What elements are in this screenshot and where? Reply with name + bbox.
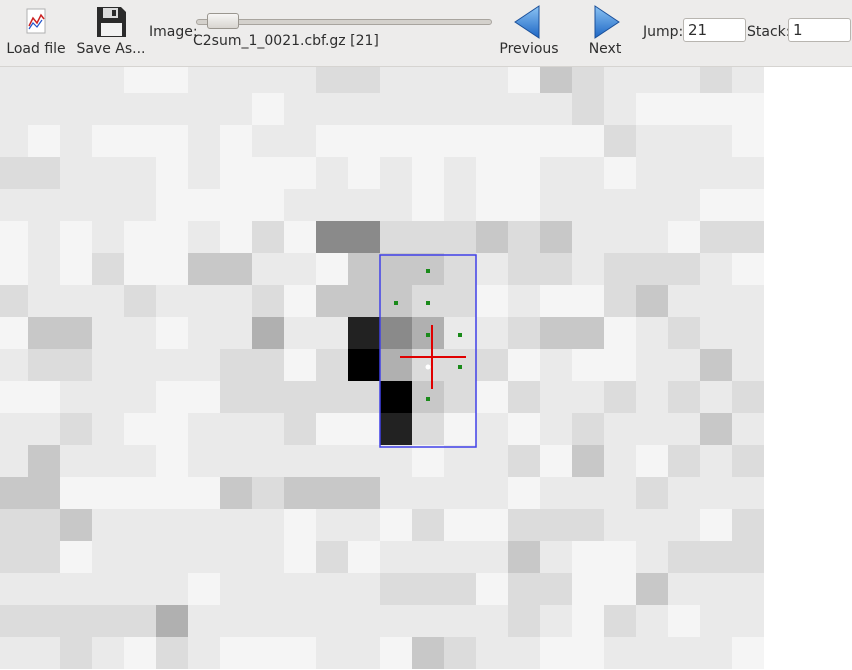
peak-dot xyxy=(458,365,462,369)
previous-button[interactable]: Previous xyxy=(496,0,562,64)
stack-input[interactable] xyxy=(788,18,851,42)
next-button[interactable]: Next xyxy=(582,0,628,64)
slider-thumb[interactable] xyxy=(207,13,240,29)
stack-label: Stack: xyxy=(747,24,791,40)
spot-center-dot xyxy=(425,364,431,370)
load-file-button[interactable]: Load file xyxy=(2,0,70,64)
spot-bounding-box xyxy=(379,254,477,448)
spot-overlay xyxy=(379,254,477,448)
image-slider[interactable] xyxy=(196,13,492,29)
jump-label: Jump: xyxy=(643,24,684,40)
arrow-right-icon xyxy=(594,5,620,39)
previous-label: Previous xyxy=(499,41,559,57)
image-label: Image: xyxy=(149,24,198,40)
peak-dot xyxy=(426,301,430,305)
chart-file-icon xyxy=(26,8,46,34)
load-file-label: Load file xyxy=(6,41,66,57)
save-as-label: Save As... xyxy=(76,41,146,57)
jump-input[interactable] xyxy=(683,18,746,42)
image-file-name: C2sum_1_0021.cbf.gz [21] xyxy=(193,33,379,49)
peak-dot xyxy=(458,333,462,337)
save-as-button[interactable]: Save As... xyxy=(74,0,148,64)
peak-dot xyxy=(426,269,430,273)
peak-dot xyxy=(426,397,430,401)
floppy-disk-icon xyxy=(97,7,126,37)
next-label: Next xyxy=(588,41,622,57)
slider-track xyxy=(196,19,492,25)
image-viewer[interactable] xyxy=(0,67,852,670)
peak-dot xyxy=(394,301,398,305)
toolbar: Load file Save As... Image: C2sum_1_0021… xyxy=(0,0,852,67)
peak-dot xyxy=(426,333,430,337)
arrow-left-icon xyxy=(514,5,540,39)
